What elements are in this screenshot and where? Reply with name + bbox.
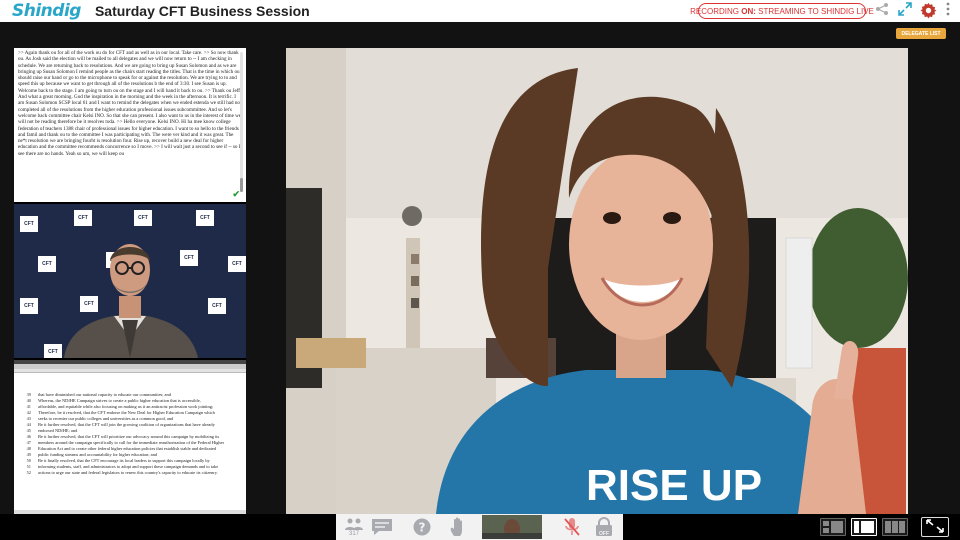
fullscreen-arrows-icon bbox=[926, 519, 944, 533]
captions-scroll-thumb[interactable] bbox=[240, 178, 243, 192]
layout-grid-button[interactable] bbox=[882, 518, 908, 536]
recording-status-button[interactable]: RECORDING ON: STREAMING TO SHINDIG LIVE bbox=[690, 3, 874, 19]
delegate-list-button[interactable]: DELEGATE LIST bbox=[896, 28, 946, 39]
line-text: actions to urge our state and federal le… bbox=[38, 470, 218, 475]
attendees-button[interactable]: 317 bbox=[340, 514, 368, 540]
layout-spotlight-icon bbox=[854, 521, 874, 533]
layout-grid-icon bbox=[885, 521, 905, 533]
self-video-preview[interactable] bbox=[482, 515, 542, 539]
question-icon: ? bbox=[413, 518, 431, 536]
check-icon: ✔ bbox=[232, 189, 240, 199]
hand-icon bbox=[450, 517, 462, 536]
fullscreen-button[interactable] bbox=[921, 517, 949, 537]
recording-state: ON: bbox=[741, 6, 756, 16]
recording-label: RECORDING bbox=[690, 6, 740, 16]
mic-off-icon bbox=[564, 518, 580, 536]
shared-document[interactable]: 39 that have diminished our national capa… bbox=[14, 360, 246, 514]
speaker-figure bbox=[64, 244, 198, 358]
chat-icon bbox=[372, 519, 392, 535]
mute-mic-button[interactable] bbox=[558, 514, 586, 540]
document-ruler bbox=[14, 369, 246, 373]
attendee-count: 317 bbox=[348, 530, 359, 537]
participant-controls: 317 ? OFF bbox=[336, 514, 623, 540]
raise-hand-button[interactable] bbox=[444, 514, 472, 540]
help-button[interactable]: ? bbox=[408, 514, 436, 540]
left-panel: >> Again thank ou for all of the work ou… bbox=[14, 48, 246, 514]
expand-icon[interactable] bbox=[896, 2, 914, 20]
share-icon[interactable] bbox=[873, 2, 891, 20]
layout-spotlight-button[interactable] bbox=[851, 518, 877, 536]
people-icon bbox=[345, 518, 363, 530]
streaming-label: STREAMING TO SHINDIG LIVE bbox=[758, 6, 874, 16]
shirt-print: RISE UP bbox=[586, 461, 762, 510]
self-video-image bbox=[482, 515, 542, 539]
document-line: 52 actions to urge our state and federal … bbox=[14, 470, 246, 476]
app-window: Shindig Saturday CFT Business Session RE… bbox=[0, 0, 960, 540]
captions-scrollbar[interactable] bbox=[240, 52, 243, 192]
speaker-video-tile[interactable]: CFTCFTCFTCFTCFTCFTCFTCFTCFTCFTCFTCFT bbox=[14, 204, 246, 358]
main-video-scene: RISE UP bbox=[286, 48, 908, 514]
chat-button[interactable] bbox=[368, 514, 396, 540]
gear-icon[interactable] bbox=[919, 2, 937, 20]
shindig-logo[interactable]: Shindig bbox=[12, 1, 81, 21]
line-number: 52 bbox=[26, 470, 31, 475]
more-options-icon[interactable] bbox=[942, 2, 954, 20]
bottom-control-bar: 317 ? OFF bbox=[0, 514, 960, 540]
header-bar: Shindig Saturday CFT Business Session RE… bbox=[0, 0, 960, 22]
lock-off-button[interactable]: OFF bbox=[590, 514, 618, 540]
main-speaker-video[interactable]: RISE UP bbox=[286, 48, 908, 514]
document-body: 39 that have diminished our national capa… bbox=[14, 392, 246, 476]
svg-text:?: ? bbox=[419, 521, 426, 535]
layout-sidebar-icon bbox=[823, 521, 843, 533]
layout-sidebar-button[interactable] bbox=[820, 518, 846, 536]
lock-off-label: OFF bbox=[599, 531, 609, 537]
captions-text: >> Again thank ou for all of the work ou… bbox=[18, 50, 242, 157]
live-captions-panel[interactable]: >> Again thank ou for all of the work ou… bbox=[14, 48, 246, 202]
event-title: Saturday CFT Business Session bbox=[94, 3, 310, 19]
